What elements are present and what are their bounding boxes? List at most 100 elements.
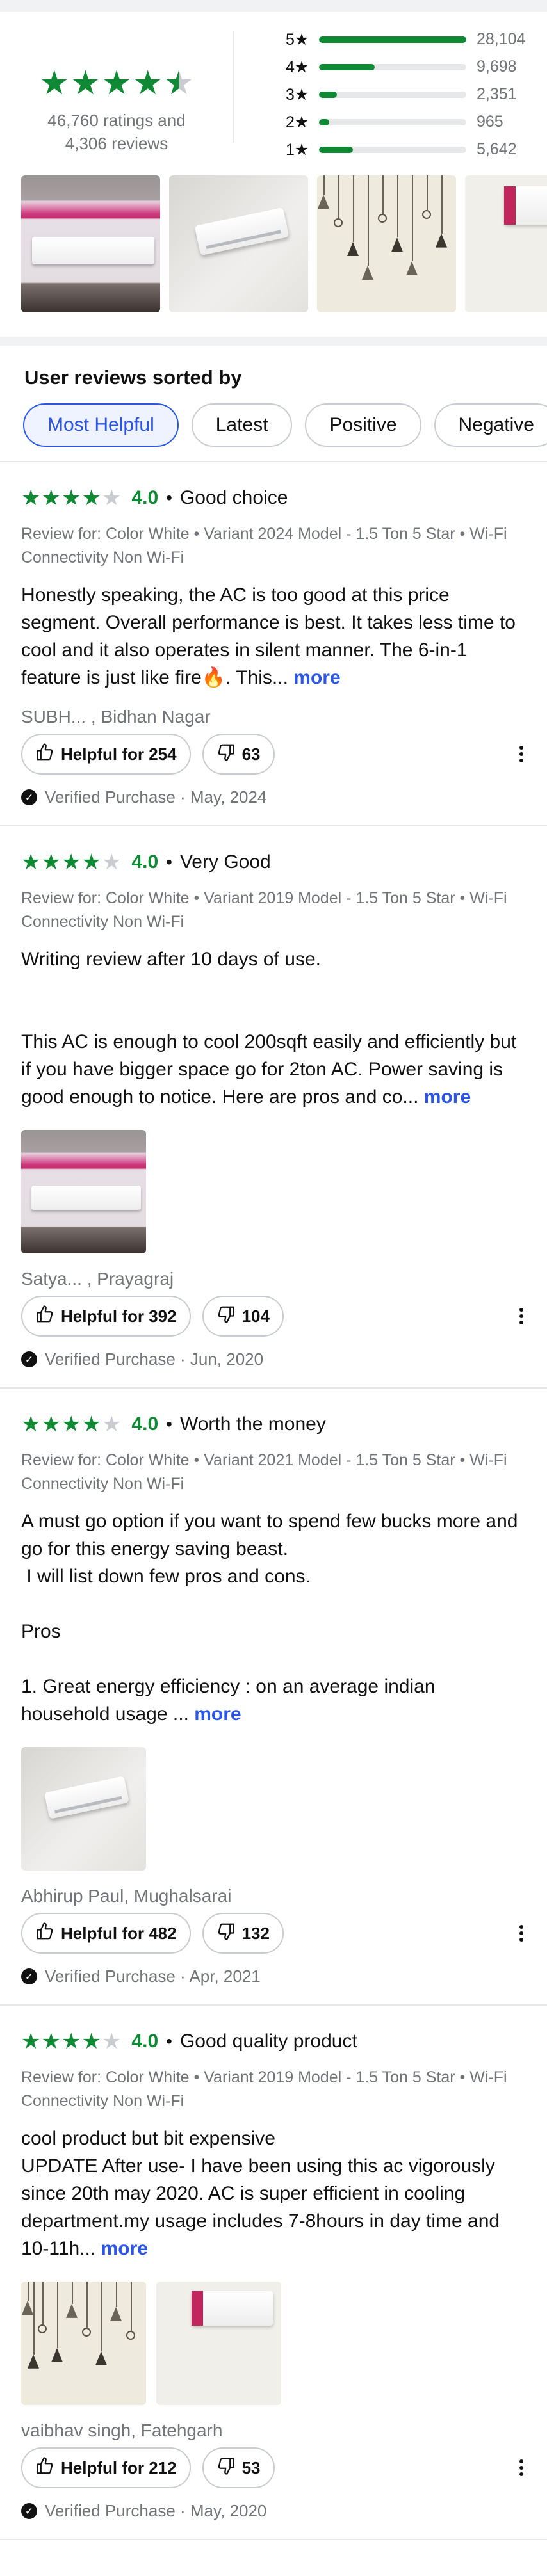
reviews-list: ★ ★ ★ ★ ★ 4.0 • Good choice Review for: Color Wh… bbox=[0, 462, 547, 2540]
review-stars: ★ ★ ★ ★ ★ bbox=[21, 2031, 121, 2052]
thumbs-down-icon bbox=[216, 743, 236, 766]
check-circle-icon: ✓ bbox=[21, 1968, 37, 1984]
review-photo[interactable] bbox=[156, 2282, 281, 2405]
rating-count: 5,642 bbox=[477, 140, 517, 158]
thumbs-down-icon bbox=[216, 1922, 236, 1945]
star-icon: ★ bbox=[101, 65, 132, 102]
review-photo-thumbnail[interactable] bbox=[21, 175, 160, 312]
star-icon: ★ bbox=[70, 65, 101, 102]
rating-count: 2,351 bbox=[477, 85, 517, 103]
star-icon: ★ bbox=[39, 65, 70, 102]
review-photo[interactable] bbox=[21, 2282, 146, 2405]
sort-chip-latest[interactable]: Latest bbox=[191, 403, 293, 447]
rating-breakdown: 5★ 28,104 4★ 9,698 3★ 2,351 2★ 965 1★ 5,642 bbox=[234, 26, 547, 166]
rating-bar bbox=[319, 91, 466, 98]
star-icon: ★ bbox=[101, 2029, 122, 2054]
check-circle-icon: ✓ bbox=[21, 2503, 37, 2519]
helpful-button[interactable]: Helpful for 392 bbox=[21, 1296, 191, 1337]
sort-chip-most-helpful[interactable]: Most Helpful bbox=[23, 403, 179, 447]
reviewer-name: Abhirup Paul, Mughalsarai bbox=[21, 1886, 232, 1906]
not-helpful-button[interactable]: 63 bbox=[202, 734, 275, 775]
review-photo-thumbnail[interactable] bbox=[317, 175, 456, 312]
read-more-link[interactable]: more bbox=[293, 667, 340, 688]
review-rating: 4.0 bbox=[131, 1413, 159, 1435]
more-options-icon[interactable] bbox=[519, 1308, 526, 1324]
overall-rating: ★ ★ ★ ★ ★ 46,760 ratings and 4,306 revie… bbox=[0, 31, 234, 153]
rating-breakdown-row: 4★ 9,698 bbox=[286, 53, 547, 81]
review-stars: ★ ★ ★ ★ ★ bbox=[21, 851, 121, 873]
rating-bar-fill bbox=[319, 91, 337, 98]
star-icon: ★ bbox=[41, 1412, 61, 1437]
star-level-label: 2★ bbox=[286, 113, 309, 131]
helpful-count: Helpful for 482 bbox=[61, 1923, 177, 1943]
rating-breakdown-row: 2★ 965 bbox=[286, 108, 547, 136]
review-photo-thumbnail[interactable] bbox=[169, 175, 308, 312]
review-title: Good choice bbox=[179, 487, 288, 508]
check-circle-icon: ✓ bbox=[21, 789, 37, 805]
sort-chip-positive[interactable]: Positive bbox=[305, 403, 421, 447]
star-icon: ★ bbox=[81, 486, 101, 510]
review-title: Very Good bbox=[179, 851, 271, 873]
star-icon: ★ bbox=[61, 850, 81, 874]
review-text-content: A must go option if you want to spend fe… bbox=[21, 1511, 518, 1725]
separator-dot: • bbox=[166, 488, 172, 508]
thumbs-up-icon bbox=[35, 2456, 54, 2480]
star-icon: ★ bbox=[133, 65, 163, 102]
helpful-button[interactable]: Helpful for 212 bbox=[21, 2447, 191, 2488]
read-more-link[interactable]: more bbox=[424, 1086, 471, 1107]
review-photo[interactable] bbox=[21, 1747, 146, 1871]
read-more-link[interactable]: more bbox=[194, 1703, 241, 1725]
thumbs-down-icon bbox=[216, 2456, 236, 2480]
star-half-icon: ★ bbox=[163, 65, 194, 102]
rating-bar-fill bbox=[319, 36, 466, 43]
review-rating: 4.0 bbox=[131, 487, 159, 508]
helpful-button[interactable]: Helpful for 254 bbox=[21, 734, 191, 775]
star-icon: ★ bbox=[21, 486, 41, 510]
review-photos bbox=[21, 1747, 526, 1871]
review-card: ★ ★ ★ ★ ★ 4.0 • Good choice Review for: Color Wh… bbox=[0, 462, 547, 826]
review-photo[interactable] bbox=[21, 1130, 146, 1253]
review-variant-info: Review for: Color White • Variant 2024 M… bbox=[21, 525, 507, 567]
not-helpful-count: 63 bbox=[241, 744, 261, 764]
review-actions: Helpful for 212 53 bbox=[21, 2447, 526, 2488]
review-card: ★ ★ ★ ★ ★ 4.0 • Very Good Review for: Color Whit… bbox=[0, 826, 547, 1389]
read-more-link[interactable]: more bbox=[101, 2238, 148, 2259]
thumbs-up-icon bbox=[35, 743, 54, 766]
reviewer-name: vaibhav singh, Fatehgarh bbox=[21, 2420, 223, 2440]
helpful-button[interactable]: Helpful for 482 bbox=[21, 1913, 191, 1954]
thumbs-up-icon bbox=[35, 1922, 54, 1945]
not-helpful-count: 53 bbox=[241, 2458, 261, 2477]
not-helpful-button[interactable]: 104 bbox=[202, 1296, 284, 1337]
more-options-icon[interactable] bbox=[519, 2459, 526, 2476]
review-header: ★ ★ ★ ★ ★ 4.0 • Very Good bbox=[21, 846, 526, 879]
review-photo-strip bbox=[0, 175, 547, 314]
rating-breakdown-row: 5★ 28,104 bbox=[286, 26, 547, 53]
review-body: Writing review after 10 days of use. Thi… bbox=[21, 946, 526, 1111]
star-icon: ★ bbox=[61, 1412, 81, 1437]
star-icon: ★ bbox=[61, 2029, 81, 2054]
star-icon: ★ bbox=[61, 486, 81, 510]
rating-bar-fill bbox=[319, 63, 375, 70]
sort-chip-negative[interactable]: Negative bbox=[434, 403, 547, 447]
review-actions: Helpful for 254 63 bbox=[21, 734, 526, 775]
sort-heading: User reviews sorted by bbox=[24, 366, 242, 389]
overall-stars: ★ ★ ★ ★ ★ bbox=[39, 67, 193, 100]
review-variant-info: Review for: Color White • Variant 2021 M… bbox=[21, 1451, 507, 1493]
rating-bar bbox=[319, 36, 466, 43]
star-icon: ★ bbox=[41, 486, 61, 510]
star-level-label: 4★ bbox=[286, 58, 309, 76]
not-helpful-button[interactable]: 53 bbox=[202, 2447, 275, 2488]
review-photo-thumbnail[interactable] bbox=[465, 175, 547, 312]
more-options-icon[interactable] bbox=[519, 1925, 526, 1942]
review-text: A must go option if you want to spend fe… bbox=[21, 1508, 526, 1728]
review-card: ★ ★ ★ ★ ★ 4.0 • Good quality product Review for:… bbox=[0, 2006, 547, 2540]
verified-purchase: ✓ Verified Purchase · Jun, 2020 bbox=[21, 1349, 526, 1369]
star-level-label: 1★ bbox=[286, 140, 309, 159]
not-helpful-button[interactable]: 132 bbox=[202, 1913, 284, 1954]
more-options-icon[interactable] bbox=[519, 746, 526, 762]
review-body: A must go option if you want to spend fe… bbox=[21, 1508, 526, 1728]
check-circle-icon: ✓ bbox=[21, 1351, 37, 1367]
verified-purchase-text: Verified Purchase · Apr, 2021 bbox=[45, 1967, 261, 1986]
review-title: Worth the money bbox=[179, 1413, 326, 1435]
review-actions: Helpful for 392 104 bbox=[21, 1296, 526, 1337]
